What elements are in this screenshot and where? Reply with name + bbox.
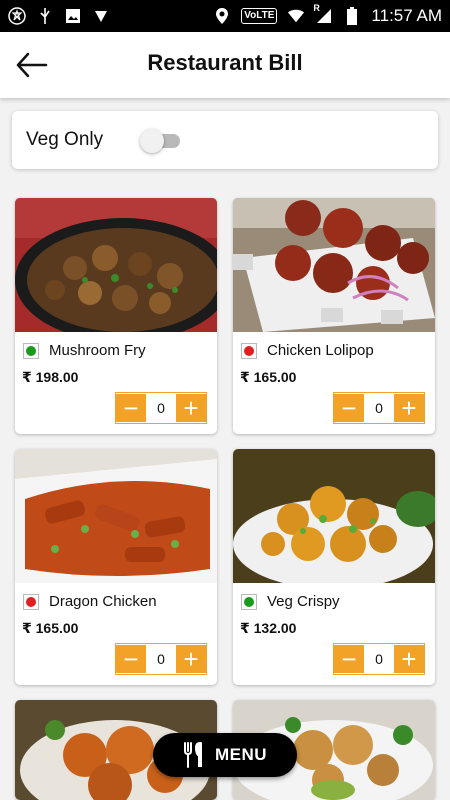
quantity-stepper: − 0 +: [115, 392, 207, 424]
mushroom-fry-image: [15, 198, 217, 332]
status-bar: VoLTE R 11:57 AM: [0, 0, 450, 32]
menu-button[interactable]: MENU: [153, 733, 297, 777]
item-price: ₹ 165.00: [240, 369, 297, 385]
wifi-icon: [287, 7, 305, 25]
chicken-lolipop-image: [233, 198, 435, 332]
non-veg-indicator-icon: [23, 594, 39, 610]
decrement-button[interactable]: −: [116, 645, 146, 673]
location-icon: [213, 7, 231, 25]
decrement-button[interactable]: −: [116, 394, 146, 422]
decrement-button[interactable]: −: [334, 394, 364, 422]
veg-indicator-icon: [23, 343, 39, 359]
item-price: ₹ 198.00: [22, 369, 79, 385]
volte-badge: VoLTE: [241, 8, 278, 24]
app-icon: [8, 7, 26, 25]
product-card[interactable]: Dragon Chicken ₹ 165.00 − 0 +: [15, 449, 217, 685]
product-card[interactable]: Veg Crispy ₹ 132.00 − 0 +: [233, 449, 435, 685]
signal-app-icon: [92, 7, 110, 25]
roaming-indicator: R: [313, 3, 320, 13]
increment-button[interactable]: +: [176, 645, 206, 673]
quantity-stepper: − 0 +: [115, 643, 207, 675]
veg-crispy-image: [233, 449, 435, 583]
dragon-chicken-image: [15, 449, 217, 583]
toggle-thumb: [140, 129, 164, 153]
cutlery-icon: [183, 742, 202, 768]
product-card[interactable]: Chicken Lolipop ₹ 165.00 − 0 +: [233, 198, 435, 434]
veg-only-filter: Veg Only: [12, 111, 438, 169]
status-bar-left: [8, 7, 110, 25]
non-veg-indicator-icon: [241, 343, 257, 359]
increment-button[interactable]: +: [394, 645, 424, 673]
usb-icon: [36, 7, 54, 25]
image-icon: [64, 7, 82, 25]
increment-button[interactable]: +: [394, 394, 424, 422]
quantity-value: 0: [157, 651, 165, 667]
item-name: Mushroom Fry: [49, 342, 146, 359]
item-name: Dragon Chicken: [49, 593, 157, 610]
veg-indicator-icon: [241, 594, 257, 610]
app-bar: Restaurant Bill: [0, 32, 450, 98]
increment-button[interactable]: +: [176, 394, 206, 422]
item-price: ₹ 132.00: [240, 620, 297, 636]
page-title: Restaurant Bill: [147, 50, 303, 75]
menu-label: MENU: [214, 745, 268, 764]
status-bar-right: VoLTE R 11:57 AM: [213, 3, 442, 26]
item-name: Chicken Lolipop: [267, 342, 374, 359]
decrement-button[interactable]: −: [334, 645, 364, 673]
quantity-stepper: − 0 +: [333, 643, 425, 675]
status-time: 11:57 AM: [371, 6, 442, 25]
quantity-value: 0: [375, 400, 383, 416]
battery-icon: [343, 7, 361, 25]
quantity-stepper: − 0 +: [333, 392, 425, 424]
cell-signal-icon: R: [313, 3, 333, 25]
veg-only-toggle[interactable]: [140, 129, 182, 153]
product-card[interactable]: Mushroom Fry ₹ 198.00 − 0 +: [15, 198, 217, 434]
item-price: ₹ 165.00: [22, 620, 79, 636]
quantity-value: 0: [157, 400, 165, 416]
item-name: Veg Crispy: [267, 593, 340, 610]
quantity-value: 0: [375, 651, 383, 667]
veg-only-label: Veg Only: [26, 129, 104, 150]
